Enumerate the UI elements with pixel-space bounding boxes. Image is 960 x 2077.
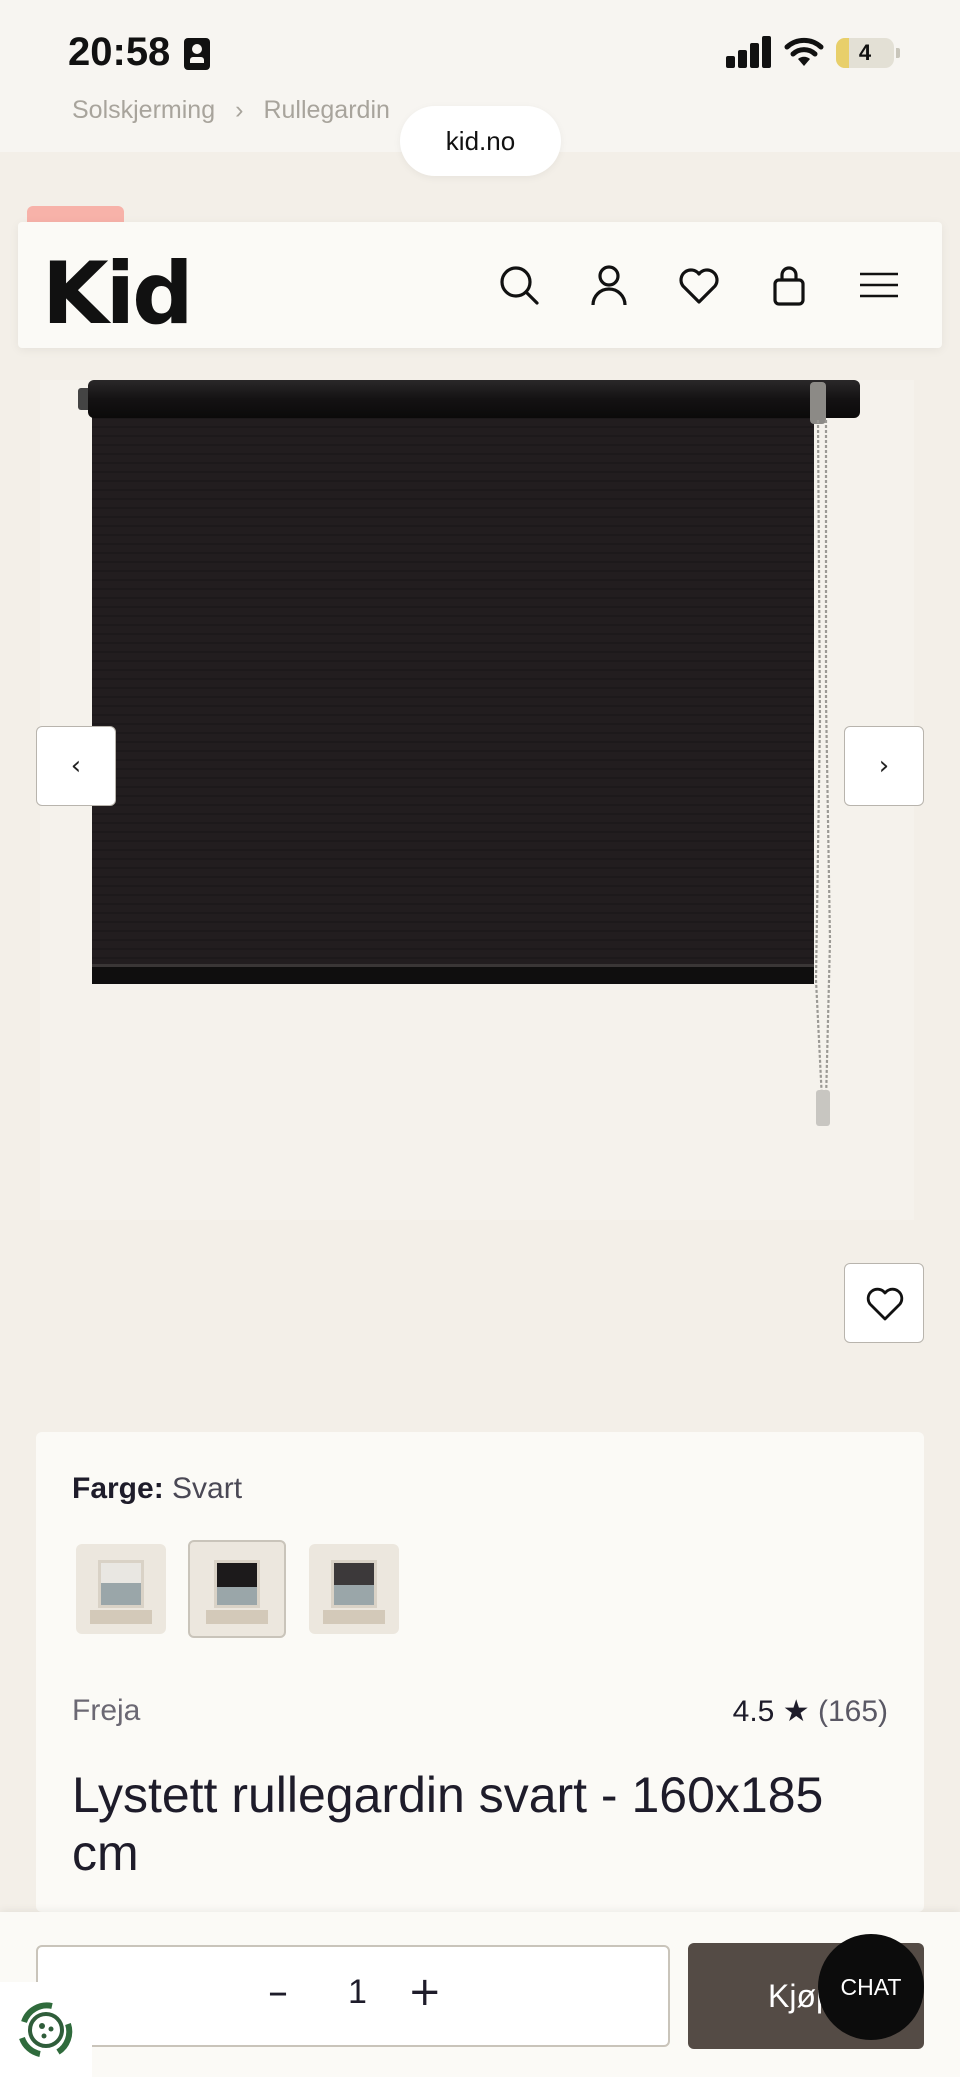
breadcrumb-separator: › (235, 96, 244, 124)
chat-button[interactable]: CHAT (818, 1934, 924, 2040)
breadcrumb-item-solskjerming[interactable]: Solskjerming (72, 96, 215, 124)
quantity-increase-button[interactable]: + (408, 1969, 442, 2015)
eco-badge[interactable] (0, 1982, 92, 2077)
product-info-card: Farge: Svart Freja 4.5 ★ (165) Lystett r… (36, 1432, 924, 1912)
product-brand[interactable]: Freja (72, 1694, 140, 1728)
breadcrumb-item-rullegardin[interactable]: Rullegardin (263, 96, 389, 124)
color-swatch-black[interactable] (188, 1540, 286, 1638)
blind-bottom-bar (92, 964, 814, 984)
quantity-value[interactable]: 1 (348, 1973, 367, 2012)
color-value: Svart (172, 1472, 243, 1505)
product-image[interactable] (40, 380, 914, 1220)
blind-fabric (92, 416, 814, 966)
sticky-buy-bar: – 1 + Kjøp (0, 1912, 960, 2077)
review-count: (165) (817, 1695, 888, 1728)
account-icon[interactable] (586, 262, 632, 308)
recycle-icon (19, 2002, 73, 2057)
site-logo[interactable]: Kid (42, 244, 194, 344)
breadcrumb: Solskjerming › Rullegardin (72, 96, 390, 125)
wifi-icon (784, 37, 824, 66)
color-selector-label: Farge: Svart (72, 1472, 242, 1506)
add-to-wishlist-button[interactable] (844, 1263, 924, 1343)
browser-url-pill[interactable]: kid.no (400, 106, 561, 176)
color-label: Farge: (72, 1472, 164, 1505)
wishlist-icon[interactable] (676, 262, 722, 308)
heart-icon (866, 1287, 904, 1321)
gallery-prev-button[interactable]: ‹ (36, 726, 116, 806)
menu-icon[interactable] (856, 262, 902, 308)
status-time: 20:58 (68, 30, 171, 74)
product-title: Lystett rullegardin svart - 160x185 cm (72, 1767, 824, 1881)
gallery-next-button[interactable]: › (844, 726, 924, 806)
color-swatch-grey[interactable] (309, 1544, 399, 1634)
pull-chain (814, 420, 832, 1126)
bag-icon[interactable] (766, 262, 812, 308)
blind-roller (88, 380, 860, 418)
rating-value: 4.5 (732, 1695, 775, 1728)
color-swatch-white[interactable] (76, 1544, 166, 1634)
battery-icon: 4 (836, 38, 894, 68)
roller-bracket (810, 382, 826, 424)
quantity-stepper: – 1 + (36, 1945, 670, 2047)
search-icon[interactable] (496, 262, 542, 308)
battery-level: 4 (858, 40, 872, 65)
product-rating[interactable]: 4.5 ★ (165) (733, 1694, 888, 1729)
contact-card-icon (184, 38, 210, 70)
battery-tip (896, 48, 900, 58)
star-icon: ★ (782, 1695, 810, 1728)
site-header: Kid (18, 222, 942, 348)
quantity-decrease-button[interactable]: – (268, 1969, 288, 2015)
cellular-signal-icon (726, 36, 772, 68)
